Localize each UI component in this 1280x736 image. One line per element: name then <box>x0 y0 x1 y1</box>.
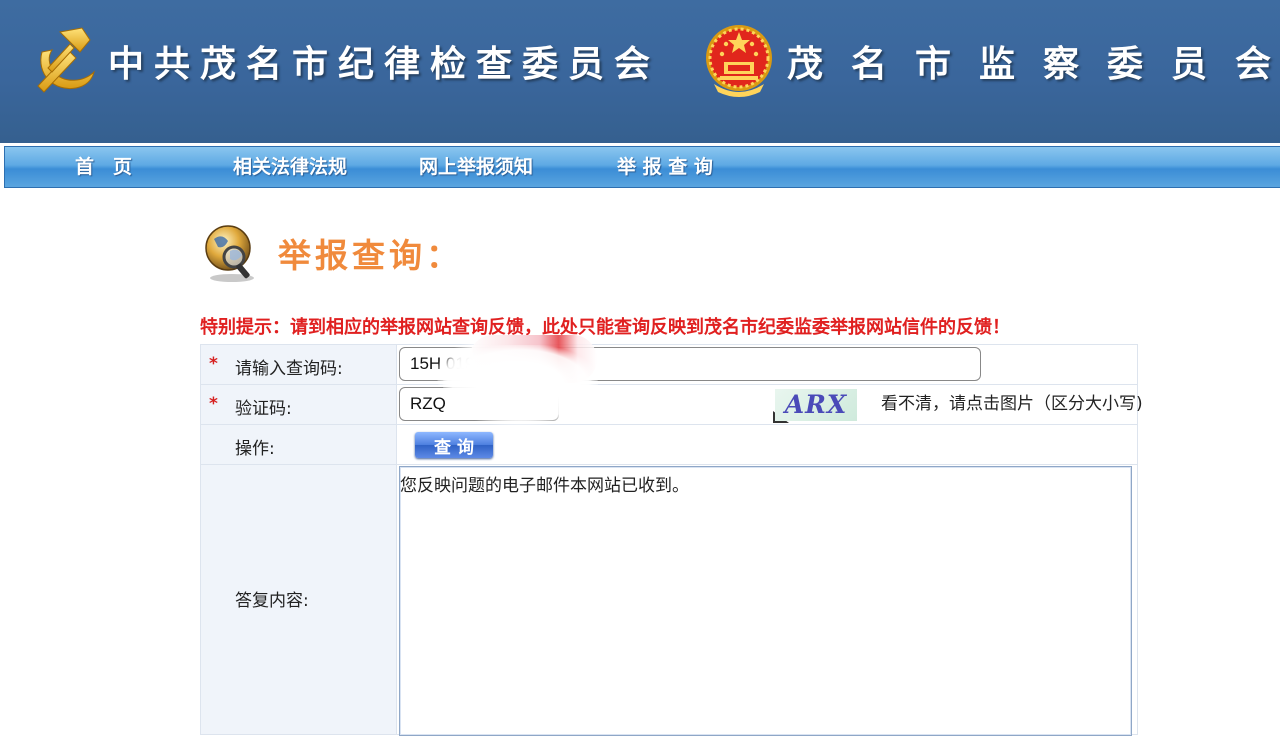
captcha-image[interactable]: ARX <box>775 389 857 421</box>
nav-laws[interactable]: 相关法律法规 <box>233 147 347 187</box>
captcha-cell: RZQ ARX 看不清，请点击图片（区分大小写) <box>396 345 1143 425</box>
main-nav: 首 页 相关法律法规 网上举报须知 举 报 查 询 <box>4 146 1280 188</box>
operation-label-cell: 操作: <box>200 424 397 465</box>
reply-label: 答复内容: <box>235 591 309 611</box>
captcha-label-cell: * 验证码: <box>200 384 397 425</box>
captcha-hint: 看不清，请点击图片（区分大小写) <box>881 394 1143 414</box>
required-mark: * <box>209 354 218 374</box>
query-button[interactable]: 查询 <box>415 432 493 458</box>
reply-content-box[interactable]: 您反映问题的电子邮件本网站已收到。 <box>399 466 1132 736</box>
reply-cell: 您反映问题的电子邮件本网站已收到。 <box>396 464 1138 736</box>
nav-home[interactable]: 首 页 <box>75 147 132 187</box>
header-banner: 中共茂名市纪律检查委员会 茂名市监察委员会 <box>0 0 1280 143</box>
query-form: * 请输入查询码: 15H 019B * 验证码: RZQ ARX 看不清，请点… <box>200 335 1143 736</box>
required-mark: * <box>209 394 218 414</box>
party-emblem-icon <box>37 27 95 93</box>
redaction-mask <box>443 345 598 425</box>
page-title: 举报查询： <box>278 236 463 275</box>
special-notice: 特别提示：请到相应的举报网站查询反馈，此处只能查询反映到茂名市纪委监委举报网站信… <box>200 317 1010 338</box>
operation-label: 操作: <box>235 439 275 459</box>
nav-report-guide[interactable]: 网上举报须知 <box>419 147 533 187</box>
query-code-label: 请输入查询码: <box>235 359 343 379</box>
captcha-label: 验证码: <box>235 399 292 419</box>
supervision-title: 茂名市监察委员会 <box>787 44 1280 85</box>
globe-magnifier-icon <box>205 225 254 282</box>
operation-cell: 查询 <box>396 424 1138 465</box>
reply-label-cell: 答复内容: <box>200 464 397 735</box>
national-emblem-icon <box>706 25 772 97</box>
query-code-label-cell: * 请输入查询码: <box>200 344 397 385</box>
nav-report-query[interactable]: 举 报 查 询 <box>617 147 713 187</box>
commission-title: 中共茂名市纪律检查委员会 <box>108 44 661 85</box>
